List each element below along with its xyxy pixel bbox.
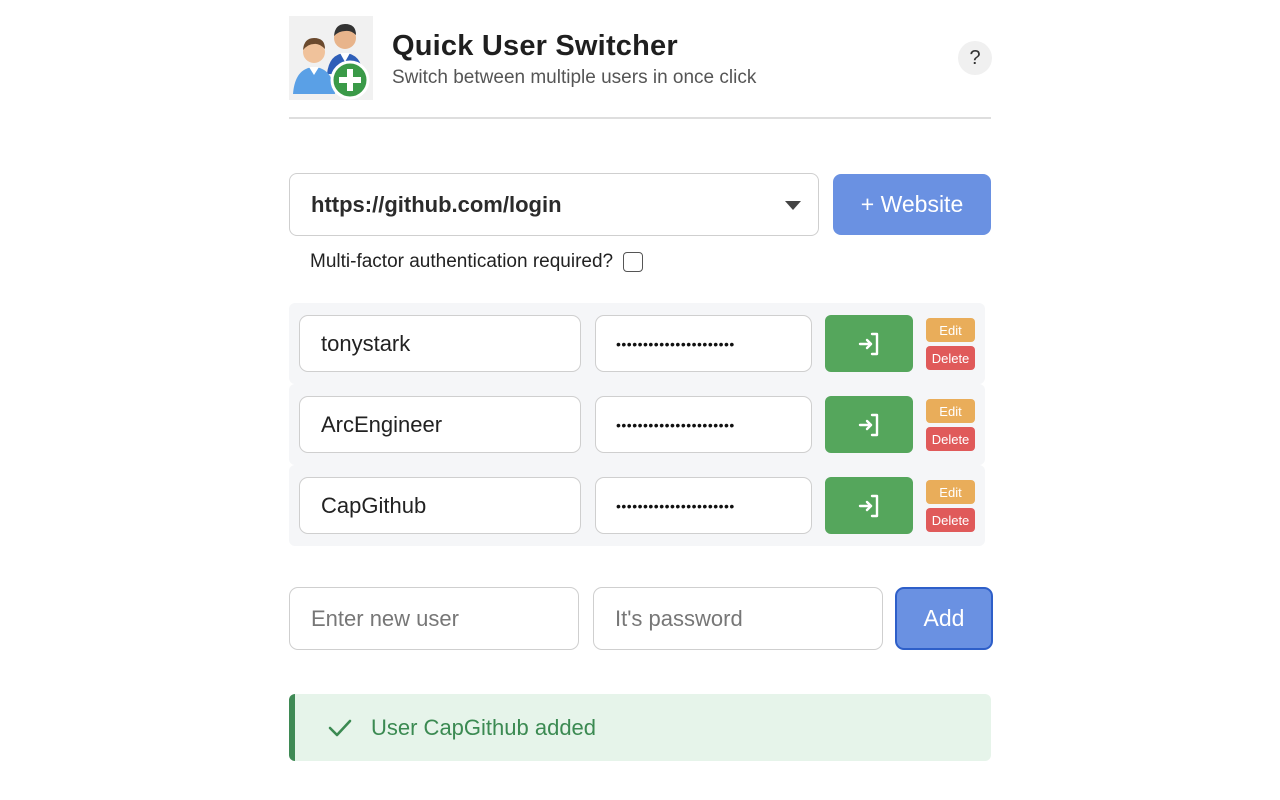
edit-button[interactable]: Edit — [926, 480, 975, 504]
login-button[interactable] — [825, 315, 913, 372]
mfa-checkbox[interactable] — [623, 252, 644, 272]
edit-button[interactable]: Edit — [926, 399, 975, 423]
header: Quick User Switcher Switch between multi… — [289, 0, 992, 119]
website-select-value: https://github.com/login — [311, 191, 562, 217]
new-password-input[interactable] — [593, 587, 883, 650]
delete-button[interactable]: Delete — [926, 508, 975, 532]
user-row: tonystark •••••••••••••••••••••• Edit De… — [289, 303, 985, 384]
website-select[interactable]: https://github.com/login — [289, 173, 819, 236]
sign-in-icon — [858, 332, 879, 355]
login-button[interactable] — [825, 477, 913, 534]
page-title: Quick User Switcher — [392, 30, 678, 62]
users-logo-icon — [293, 24, 370, 100]
app-root: Quick User Switcher Switch between multi… — [289, 0, 993, 800]
delete-button[interactable]: Delete — [926, 346, 975, 370]
user-list: tonystark •••••••••••••••••••••• Edit De… — [289, 303, 985, 546]
page-subtitle: Switch between multiple users in once cl… — [392, 67, 757, 88]
username-field[interactable]: CapGithub — [299, 477, 581, 534]
status-message: User CapGithub added — [371, 714, 597, 740]
login-button[interactable] — [825, 396, 913, 453]
mfa-option: Multi-factor authentication required? — [310, 250, 644, 274]
mfa-label: Multi-factor authentication required? — [310, 251, 614, 272]
delete-button[interactable]: Delete — [926, 427, 975, 451]
new-user-input[interactable] — [289, 587, 579, 650]
add-user-button[interactable]: Add — [895, 587, 993, 650]
help-button[interactable]: ? — [958, 41, 992, 75]
status-banner: User CapGithub added — [289, 694, 991, 761]
edit-button[interactable]: Edit — [926, 318, 975, 342]
username-field[interactable]: tonystark — [299, 315, 581, 372]
check-icon — [328, 719, 352, 736]
chevron-down-icon — [785, 201, 801, 210]
add-website-button[interactable]: + Website — [833, 174, 991, 235]
app-logo — [289, 16, 373, 100]
user-row: ArcEngineer •••••••••••••••••••••• Edit … — [289, 384, 985, 465]
password-field[interactable]: •••••••••••••••••••••• — [595, 315, 812, 372]
sign-in-icon — [858, 494, 879, 517]
user-row: CapGithub •••••••••••••••••••••• Edit De… — [289, 465, 985, 546]
password-field[interactable]: •••••••••••••••••••••• — [595, 396, 812, 453]
sign-in-icon — [858, 413, 879, 436]
username-field[interactable]: ArcEngineer — [299, 396, 581, 453]
password-field[interactable]: •••••••••••••••••••••• — [595, 477, 812, 534]
